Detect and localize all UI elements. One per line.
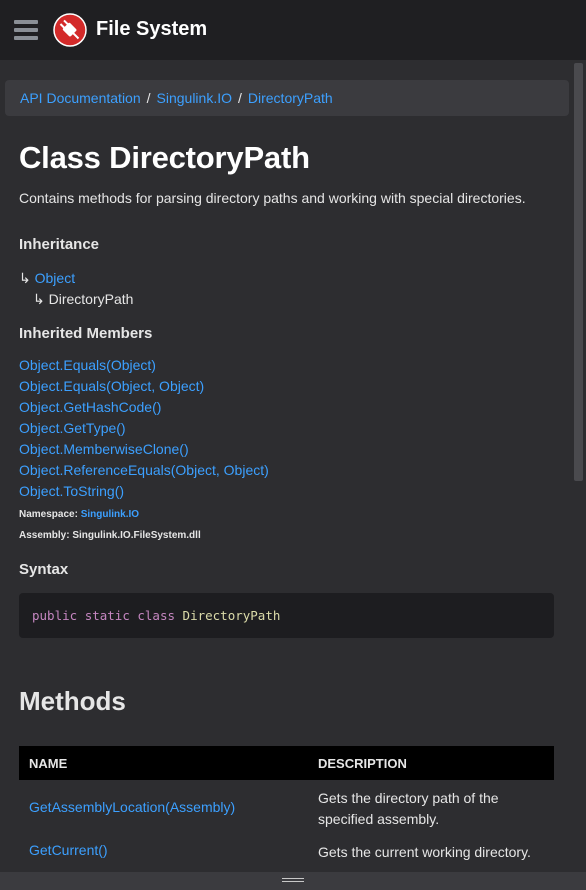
methods-table: NAME DESCRIPTION GetAssemblyLocation(Ass…: [19, 746, 554, 874]
column-header-name: NAME: [29, 755, 68, 771]
inherited-members-list: Object.Equals(Object) Object.Equals(Obje…: [19, 355, 269, 502]
inherited-member-link[interactable]: Object.ReferenceEquals(Object, Object): [19, 462, 269, 478]
namespace-link[interactable]: Singulink.IO: [81, 509, 139, 520]
code-keyword: class: [137, 608, 176, 623]
table-row: GetCurrent() Gets the current working di…: [19, 840, 554, 874]
top-navbar: File System: [0, 0, 586, 60]
method-link[interactable]: GetAssemblyLocation(Assembly): [29, 799, 235, 815]
site-title[interactable]: File System: [96, 18, 207, 41]
inherited-member-link[interactable]: Object.Equals(Object): [19, 357, 156, 373]
table-row: GetAssemblyLocation(Assembly) Gets the d…: [19, 780, 554, 840]
methods-heading: Methods: [19, 686, 126, 716]
class-summary: Contains methods for parsing directory p…: [19, 190, 526, 206]
breadcrumb-separator: /: [146, 90, 151, 106]
inheritance-arrow-icon: ↳: [33, 291, 45, 307]
method-link[interactable]: GetCurrent(): [29, 842, 108, 858]
assembly-line: Assembly: Singulink.IO.FileSystem.dll: [19, 525, 201, 546]
methods-table-header: NAME DESCRIPTION: [19, 746, 554, 780]
inherited-member-link[interactable]: Object.GetType(): [19, 420, 126, 436]
page-title: Class DirectoryPath: [19, 140, 310, 175]
breadcrumb-item-directorypath[interactable]: DirectoryPath: [248, 90, 333, 106]
inheritance-item: ↳ Object: [19, 268, 133, 289]
inheritance-link-object[interactable]: Object: [35, 270, 75, 286]
inherited-member-link[interactable]: Object.ToString(): [19, 483, 124, 499]
article-content: Class DirectoryPath Contains methods for…: [19, 140, 555, 860]
scrollbar-thumb[interactable]: [574, 63, 583, 481]
code-class-name: DirectoryPath: [182, 608, 281, 623]
inheritance-heading: Inheritance: [19, 236, 100, 253]
namespace-assembly-info: Namespace: Singulink.IO Assembly: Singul…: [19, 504, 201, 546]
syntax-heading: Syntax: [19, 561, 69, 578]
method-description: Gets the current working directory.: [318, 844, 531, 860]
code-keyword: static: [84, 608, 130, 623]
method-description: Gets the directory path of the specified…: [318, 790, 499, 827]
inheritance-list: ↳ Object ↳ DirectoryPath: [19, 268, 133, 310]
inheritance-current-class: DirectoryPath: [48, 291, 134, 307]
hamburger-menu-icon[interactable]: [14, 20, 38, 40]
code-keyword: public: [32, 608, 78, 623]
breadcrumb: API Documentation / Singulink.IO / Direc…: [5, 80, 569, 116]
inheritance-arrow-icon: ↳: [19, 270, 31, 286]
namespace-label: Namespace:: [19, 509, 78, 520]
column-header-description: DESCRIPTION: [318, 755, 407, 771]
inheritance-item: ↳ DirectoryPath: [19, 289, 133, 310]
syntax-code-block[interactable]: public static class DirectoryPath: [19, 593, 554, 638]
namespace-line: Namespace: Singulink.IO: [19, 504, 201, 525]
breadcrumb-item-api-documentation[interactable]: API Documentation: [20, 90, 141, 106]
inherited-member-link[interactable]: Object.MemberwiseClone(): [19, 441, 189, 457]
inherited-members-heading: Inherited Members: [19, 325, 153, 342]
bottom-resize-bar[interactable]: [0, 872, 586, 890]
assembly-value: Singulink.IO.FileSystem.dll: [72, 530, 201, 541]
breadcrumb-separator: /: [238, 90, 242, 106]
assembly-label: Assembly:: [19, 530, 70, 541]
inherited-member-link[interactable]: Object.GetHashCode(): [19, 399, 161, 415]
breadcrumb-item-singulink-io[interactable]: Singulink.IO: [157, 90, 232, 106]
inherited-member-link[interactable]: Object.Equals(Object, Object): [19, 378, 204, 394]
plug-logo-icon[interactable]: [53, 13, 87, 47]
drag-handle-icon[interactable]: [282, 878, 304, 884]
